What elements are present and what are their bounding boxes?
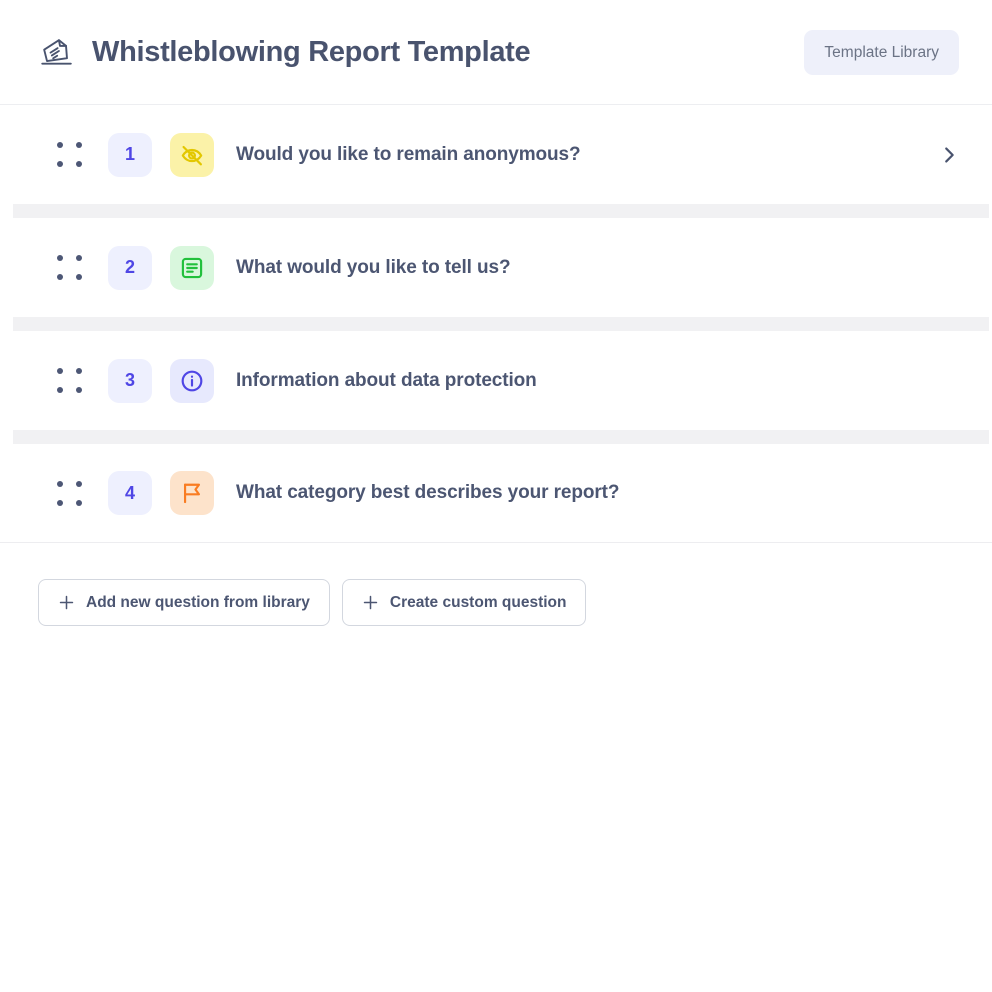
question-row[interactable]: 4 What category best describes your repo… — [0, 444, 992, 543]
question-label: What category best describes your report… — [236, 482, 619, 504]
tilted-document-icon — [38, 34, 76, 72]
drag-handle-icon[interactable] — [52, 364, 86, 398]
question-label: Information about data protection — [236, 370, 537, 392]
question-number-badge: 1 — [108, 133, 152, 177]
template-library-button[interactable]: Template Library — [804, 30, 959, 75]
drag-handle-icon[interactable] — [52, 138, 86, 172]
plus-icon — [362, 594, 379, 611]
row-separator — [13, 204, 989, 218]
app-root: Whistleblowing Report Template Template … — [0, 0, 992, 992]
plus-icon — [58, 594, 75, 611]
eye-off-icon — [170, 133, 214, 177]
create-custom-question-button[interactable]: Create custom question — [342, 579, 587, 626]
question-label: What would you like to tell us? — [236, 257, 511, 279]
row-separator — [13, 430, 989, 444]
question-actions: Add new question from library Create cus… — [0, 543, 992, 626]
text-lines-document-icon — [170, 246, 214, 290]
question-number-badge: 3 — [108, 359, 152, 403]
chevron-right-icon[interactable] — [934, 140, 964, 170]
question-row[interactable]: 1 Would you like to remain anonymous? — [0, 105, 992, 204]
drag-handle-icon[interactable] — [52, 251, 86, 285]
question-number-badge: 2 — [108, 246, 152, 290]
drag-handle-icon[interactable] — [52, 476, 86, 510]
page-header: Whistleblowing Report Template Template … — [0, 0, 992, 105]
add-question-from-library-label: Add new question from library — [86, 594, 310, 612]
add-question-from-library-button[interactable]: Add new question from library — [38, 579, 330, 626]
row-separator — [13, 317, 989, 331]
question-number-badge: 4 — [108, 471, 152, 515]
brand: Whistleblowing Report Template — [38, 32, 530, 72]
flag-icon — [170, 471, 214, 515]
page-title: Whistleblowing Report Template — [92, 36, 530, 69]
create-custom-question-label: Create custom question — [390, 594, 567, 612]
question-label: Would you like to remain anonymous? — [236, 144, 581, 166]
info-circle-icon — [170, 359, 214, 403]
question-row[interactable]: 3 Information about data protection — [0, 331, 992, 430]
question-row[interactable]: 2 What would you like to tell us? — [0, 218, 992, 317]
question-list: 1 Would you like to remain anonymous? — [0, 105, 992, 543]
